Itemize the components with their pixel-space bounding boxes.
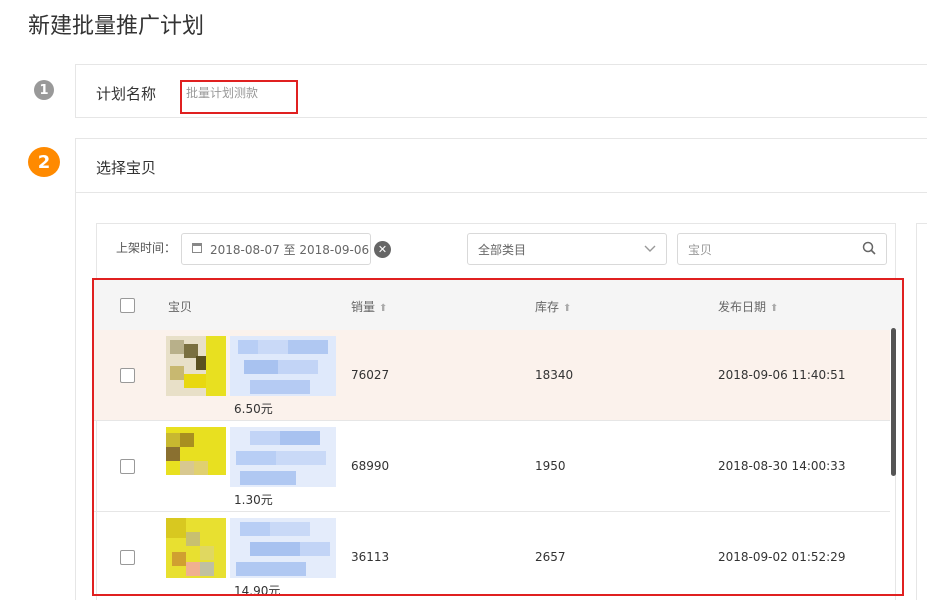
- table-row[interactable]: 6.50元 76027 18340 2018-09-06 11:40:51: [94, 330, 890, 421]
- item-image: [166, 518, 226, 578]
- table-row[interactable]: 14.90元 36113 2657 2018-09-02 01:52:29: [94, 512, 890, 596]
- sales-value: 36113: [351, 550, 390, 564]
- stock-value: 2657: [535, 550, 566, 564]
- header-stock[interactable]: 库存 ⬆: [535, 298, 571, 315]
- category-value: 全部类目: [478, 242, 527, 257]
- item-search-input[interactable]: 宝贝: [677, 233, 887, 265]
- calendar-icon: [192, 242, 202, 256]
- item-title-blurred: [230, 427, 336, 487]
- sort-up-icon: ⬆: [563, 303, 572, 314]
- item-price: 1.30元: [234, 493, 273, 507]
- shelf-time-label: 上架时间：: [116, 241, 177, 255]
- stock-value: 1950: [535, 459, 566, 473]
- item-price: 6.50元: [234, 402, 273, 416]
- select-items-card: 选择宝贝 上架时间： 2018-08-07 至 2018-09-06 ✕ 全部类…: [75, 138, 927, 600]
- step-1-badge: 1: [34, 80, 54, 100]
- search-placeholder: 宝贝: [688, 242, 713, 257]
- item-table: 宝贝 销量 ⬆ 库存 ⬆ 发布日期 ⬆ 6.50元 76027 18340 2018-…: [92, 278, 904, 596]
- clear-icon[interactable]: ✕: [374, 241, 391, 258]
- item-title-blurred: [230, 518, 336, 578]
- plan-name-input[interactable]: 批量计划测款: [180, 80, 298, 114]
- select-items-label: 选择宝贝: [96, 159, 157, 177]
- item-price: 14.90元: [234, 584, 281, 596]
- page: 新建批量推广计划 1 计划名称 批量计划测款 2 选择宝贝 上架时间： 2018…: [0, 0, 927, 600]
- search-icon[interactable]: [862, 241, 876, 258]
- header-date-label: 发布日期: [718, 300, 767, 314]
- plan-name-label: 计划名称: [96, 85, 157, 103]
- row-checkbox[interactable]: [120, 368, 135, 383]
- sales-value: 76027: [351, 368, 390, 382]
- table-scrollbar[interactable]: [891, 328, 896, 476]
- select-items-header: 选择宝贝: [76, 139, 927, 193]
- select-all-checkbox[interactable]: [120, 298, 135, 313]
- page-title: 新建批量推广计划: [28, 14, 205, 39]
- date-range-picker[interactable]: 2018-08-07 至 2018-09-06: [181, 233, 371, 265]
- header-stock-label: 库存: [535, 300, 560, 314]
- header-item: 宝贝: [168, 300, 193, 314]
- plan-name-card: 计划名称 批量计划测款: [75, 64, 927, 118]
- stock-value: 18340: [535, 368, 574, 382]
- row-checkbox[interactable]: [120, 459, 135, 474]
- row-checkbox[interactable]: [120, 550, 135, 565]
- table-header: 宝贝 销量 ⬆ 库存 ⬆ 发布日期 ⬆: [94, 280, 902, 330]
- side-panel: [916, 223, 927, 600]
- date-range-text: 2018-08-07 至 2018-09-06: [210, 242, 370, 257]
- header-sales[interactable]: 销量 ⬆: [351, 298, 387, 315]
- date-value: 2018-08-30 14:00:33: [718, 459, 846, 473]
- date-value: 2018-09-02 01:52:29: [718, 550, 846, 564]
- step-2-badge: 2: [28, 147, 60, 177]
- sort-up-icon: ⬆: [379, 303, 388, 314]
- table-row[interactable]: 1.30元 68990 1950 2018-08-30 14:00:33: [94, 421, 890, 512]
- header-date[interactable]: 发布日期 ⬆: [718, 298, 778, 315]
- sales-value: 68990: [351, 459, 390, 473]
- sort-up-icon: ⬆: [770, 303, 779, 314]
- item-title-blurred: [230, 336, 336, 396]
- chevron-down-icon: [644, 242, 656, 256]
- date-value: 2018-09-06 11:40:51: [718, 368, 846, 382]
- item-image: [166, 427, 226, 487]
- item-image: [166, 336, 226, 396]
- category-select[interactable]: 全部类目: [467, 233, 667, 265]
- header-sales-label: 销量: [351, 300, 376, 314]
